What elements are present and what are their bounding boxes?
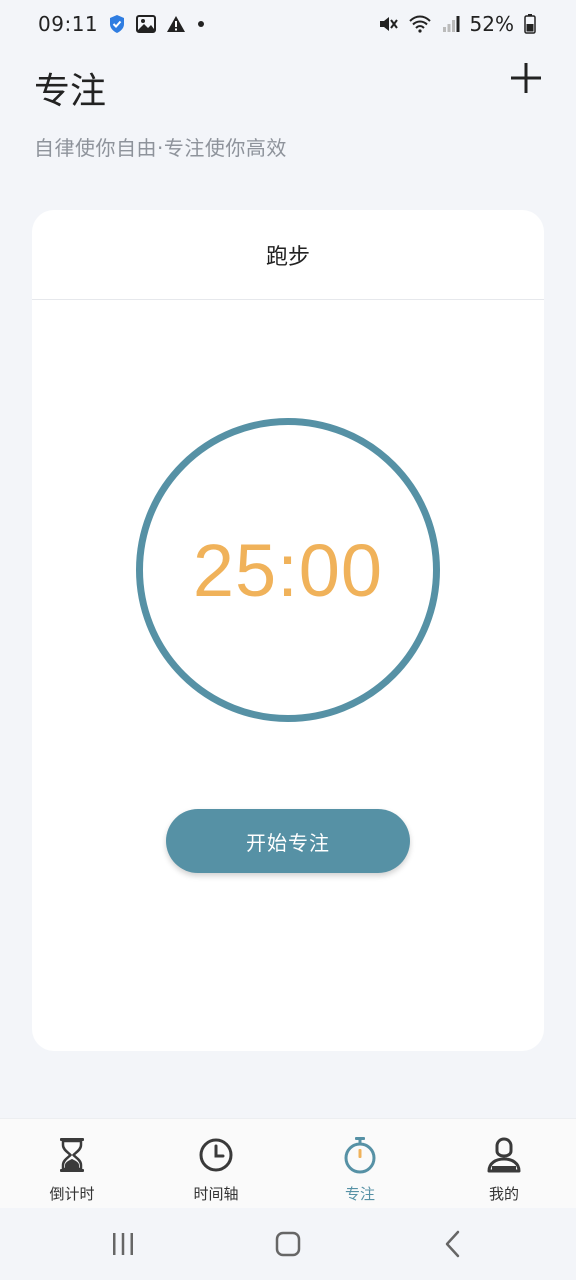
status-time: 09:11 — [38, 12, 99, 36]
back-button[interactable] — [423, 1214, 483, 1274]
nav-item-focus[interactable]: 专注 — [288, 1119, 432, 1208]
shield-check-icon — [108, 14, 126, 34]
nav-label: 时间轴 — [193, 1185, 239, 1203]
dot-icon — [196, 19, 206, 29]
timer-display: 25:00 — [192, 528, 384, 612]
status-right: 52% — [378, 12, 536, 36]
add-button[interactable] — [508, 60, 544, 96]
nav-item-countdown[interactable]: 倒计时 — [0, 1119, 144, 1208]
start-focus-button[interactable]: 开始专注 — [166, 809, 410, 873]
focus-card: 跑步 25:00 开始专注 — [32, 210, 544, 1051]
nav-label: 我的 — [488, 1185, 519, 1203]
wifi-icon — [408, 15, 432, 33]
back-icon — [446, 1230, 460, 1258]
hourglass-icon — [52, 1135, 92, 1175]
stopwatch-icon — [340, 1135, 380, 1175]
nav-item-profile[interactable]: 我的 — [432, 1119, 576, 1208]
timer-ring: 25:00 — [136, 418, 440, 722]
signal-icon — [442, 15, 460, 33]
home-icon — [275, 1231, 301, 1257]
bottom-nav: 倒计时 时间轴 专注 我的 — [0, 1118, 576, 1208]
home-button[interactable] — [258, 1214, 318, 1274]
task-name[interactable]: 跑步 — [32, 210, 544, 300]
recent-apps-icon — [112, 1233, 133, 1255]
battery-icon — [524, 14, 536, 34]
status-bar: 09:11 52% — [0, 0, 576, 48]
image-icon — [136, 15, 157, 33]
nav-label: 倒计时 — [49, 1185, 95, 1203]
recent-apps-button[interactable] — [93, 1214, 153, 1274]
nav-label: 专注 — [344, 1185, 375, 1203]
clock-icon — [196, 1135, 236, 1175]
status-left: 09:11 — [38, 12, 206, 36]
system-nav-bar — [0, 1208, 576, 1280]
page-title: 专注 — [34, 71, 107, 112]
warning-icon — [166, 15, 186, 33]
user-icon — [484, 1135, 524, 1175]
mute-icon — [378, 15, 398, 33]
plus-icon — [511, 63, 541, 93]
nav-item-timeline[interactable]: 时间轴 — [144, 1119, 288, 1208]
battery-percentage: 52% — [469, 12, 514, 36]
page-subtitle: 自律使你自由·专注使你高效 — [34, 136, 287, 160]
